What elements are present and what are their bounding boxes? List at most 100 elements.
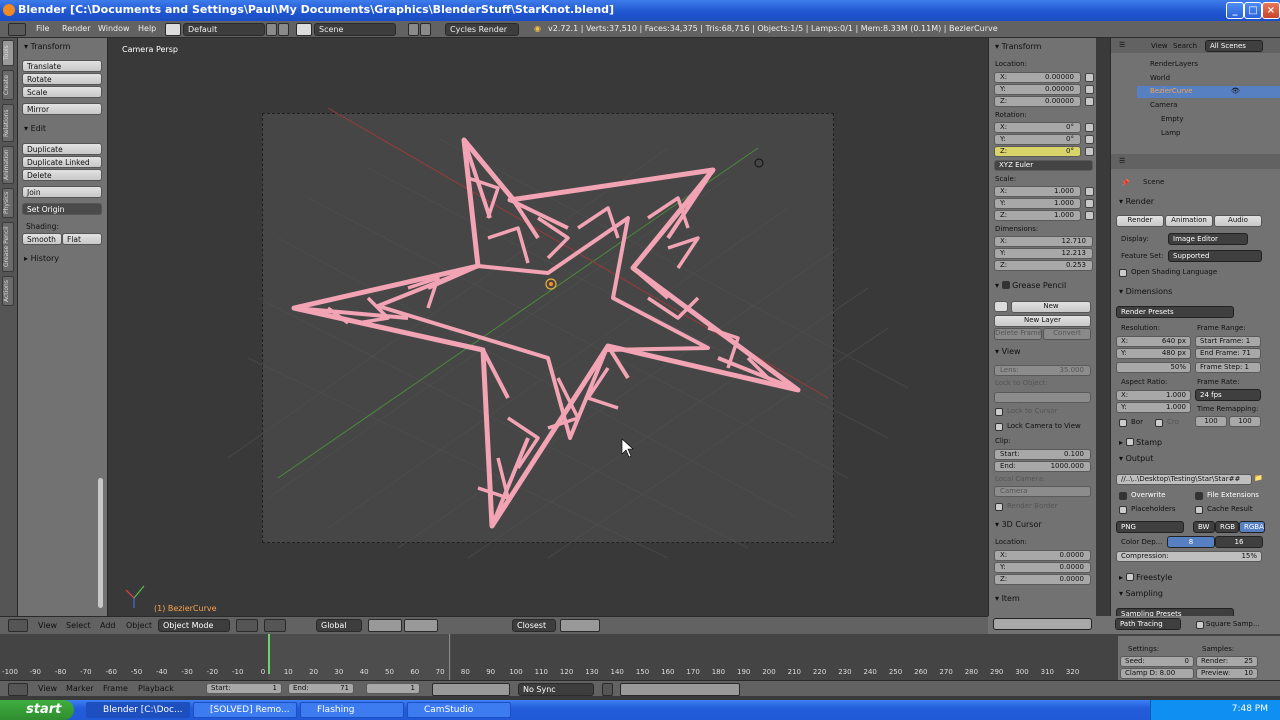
current-frame-indicator[interactable] xyxy=(268,634,270,674)
tab-tools[interactable]: Tools xyxy=(2,40,14,66)
grease-new-button[interactable]: New xyxy=(1011,301,1091,313)
rotation-mode-select[interactable]: XYZ Euler xyxy=(994,160,1093,171)
osl-checkbox[interactable] xyxy=(1119,269,1127,277)
screen-layout-icon[interactable] xyxy=(165,23,181,36)
rotation-z-field[interactable]: Z: 0° xyxy=(994,146,1081,157)
rgb-button[interactable]: RGB xyxy=(1215,521,1239,533)
dimensions-z-field[interactable]: Z: 0.253 xyxy=(994,260,1093,271)
timeline-start-field[interactable]: Start: 1 xyxy=(206,683,282,694)
cursor-y-field[interactable]: Y: 0.0000 xyxy=(994,562,1091,573)
render-animation-button[interactable]: Animation xyxy=(1165,215,1213,227)
start-button[interactable]: start xyxy=(0,700,74,720)
cursor-z-field[interactable]: Z: 0.0000 xyxy=(994,574,1091,585)
end-frame-field[interactable]: End Frame: 71 xyxy=(1195,348,1261,359)
lock-scale-x-icon[interactable] xyxy=(1085,187,1094,196)
set-origin-menu[interactable]: Set Origin xyxy=(22,203,102,215)
timeline-end-field[interactable]: End: 71 xyxy=(288,683,354,694)
dimensions-panel-header[interactable]: ▾ Dimensions xyxy=(1119,287,1172,296)
delete-button[interactable]: Delete xyxy=(22,169,102,181)
rotation-y-field[interactable]: Y: 0° xyxy=(994,134,1081,145)
scale-button[interactable]: Scale xyxy=(22,86,102,98)
render-preview-icon[interactable] xyxy=(560,619,600,632)
scale-y-field[interactable]: Y: 1.000 xyxy=(994,198,1081,209)
playback-controls[interactable] xyxy=(432,683,510,696)
3d-viewport[interactable]: Camera Persp (1) BezierCurve xyxy=(108,38,988,616)
tab-grease-pencil[interactable]: Grease Pencil xyxy=(2,222,14,272)
add-scene-button[interactable] xyxy=(408,23,419,36)
duplicate-linked-button[interactable]: Duplicate Linked xyxy=(22,156,102,168)
start-frame-field[interactable]: Start Frame: 1 xyxy=(1195,336,1261,347)
remove-scene-button[interactable] xyxy=(420,23,431,36)
seed-field[interactable]: Seed: 0 xyxy=(1120,656,1194,667)
resolution-x-field[interactable]: X: 640 px xyxy=(1116,336,1191,347)
viewport-shading-icon[interactable] xyxy=(236,619,258,632)
preview-samples-field[interactable]: Preview: 10 xyxy=(1196,668,1258,679)
delete-frame-button[interactable]: Delete Frame xyxy=(994,328,1042,340)
grease-pencil-header[interactable]: ▾ Grease Pencil xyxy=(995,280,1066,290)
scene-field[interactable]: Scene xyxy=(314,23,396,36)
new-layer-button[interactable]: New Layer xyxy=(994,315,1091,327)
cache-result-checkbox[interactable] xyxy=(1195,506,1203,514)
taskbar-camstudio[interactable]: CamStudio xyxy=(407,702,511,718)
aspect-y-field[interactable]: Y: 1.000 xyxy=(1116,402,1191,413)
crop-checkbox[interactable] xyxy=(1155,419,1163,427)
lock-object-field[interactable] xyxy=(994,392,1091,403)
tab-actions[interactable]: Actions xyxy=(2,276,14,306)
pivot-point-icon[interactable] xyxy=(264,619,286,632)
timeline[interactable]: -100 -90 -80 -70 -60 -50 -40 -30 -20 -10 0 10 20 30 40… xyxy=(0,634,1280,680)
edit-header[interactable]: ▾ Edit xyxy=(24,124,46,133)
lock-scale-z-icon[interactable] xyxy=(1085,211,1094,220)
mode-select[interactable]: Object Mode xyxy=(158,619,230,632)
file-format-select[interactable]: PNG xyxy=(1116,521,1184,533)
transform-panel-header[interactable]: ▾ Transform xyxy=(995,42,1041,51)
clip-end-field[interactable]: End: 1000.000 xyxy=(994,461,1091,472)
record-icon[interactable] xyxy=(602,683,613,696)
depth-16-button[interactable]: 16 xyxy=(1215,536,1263,548)
compression-field[interactable]: Compression: 15% xyxy=(1116,551,1262,562)
layers-icon[interactable] xyxy=(368,619,402,632)
outliner-empty[interactable]: Empty xyxy=(1161,115,1184,123)
editor-type-icon[interactable] xyxy=(8,23,26,36)
placeholders-checkbox[interactable] xyxy=(1119,506,1127,514)
transform-orientation-select[interactable]: Global xyxy=(316,619,362,632)
keying-set-field[interactable] xyxy=(620,683,740,696)
overwrite-checkbox[interactable] xyxy=(1119,492,1127,500)
menu-file[interactable]: File xyxy=(36,24,49,33)
maximize-button[interactable]: □ xyxy=(1244,2,1262,19)
flat-button[interactable]: Flat xyxy=(62,233,102,245)
border-checkbox[interactable] xyxy=(1119,419,1127,427)
close-button[interactable]: × xyxy=(1262,2,1280,19)
render-border-checkbox[interactable] xyxy=(995,503,1003,511)
render-panel-header[interactable]: ▾ Render xyxy=(1119,197,1154,206)
timeline-editor-icon[interactable] xyxy=(8,683,28,696)
lock-rotation-z-icon[interactable] xyxy=(1085,147,1094,156)
pencil-icon[interactable] xyxy=(994,301,1008,312)
visibility-eye-icon[interactable]: 👁 xyxy=(1231,87,1240,95)
clamp-direct-field[interactable]: Clamp D: 8.00 xyxy=(1120,668,1194,679)
location-z-field[interactable]: Z: 0.00000 xyxy=(994,96,1081,107)
screen-layout-field[interactable]: Default xyxy=(183,23,265,36)
lock-to-cursor-checkbox[interactable] xyxy=(995,408,1003,416)
convert-button[interactable]: Convert xyxy=(1043,328,1091,340)
taskbar-blender[interactable]: Blender [C:\Doc... xyxy=(86,702,190,718)
outliner-renderlayers[interactable]: RenderLayers xyxy=(1150,60,1198,68)
mirror-button[interactable]: Mirror xyxy=(22,103,102,115)
minimize-button[interactable]: _ xyxy=(1226,2,1244,19)
resolution-percent-field[interactable]: 50% xyxy=(1116,362,1191,373)
remove-layout-button[interactable] xyxy=(278,23,289,36)
duplicate-button[interactable]: Duplicate xyxy=(22,143,102,155)
lock-rotation-y-icon[interactable] xyxy=(1085,135,1094,144)
current-frame-field[interactable]: 1 xyxy=(366,683,420,694)
lock-location-x-icon[interactable] xyxy=(1085,73,1094,82)
rotate-button[interactable]: Rotate xyxy=(22,73,102,85)
frame-step-field[interactable]: Frame Step: 1 xyxy=(1195,362,1261,373)
item-name-field[interactable] xyxy=(993,618,1092,630)
cursor-x-field[interactable]: X: 0.0000 xyxy=(994,550,1091,561)
toolshelf-scrollbar[interactable] xyxy=(98,478,103,608)
pin-icon[interactable]: 📌 xyxy=(1121,179,1130,187)
square-samples-checkbox[interactable] xyxy=(1196,621,1204,629)
3d-object-menu[interactable]: Object xyxy=(126,621,152,630)
3d-cursor-header[interactable]: ▾ 3D Cursor xyxy=(995,520,1042,529)
timeline-frame-menu[interactable]: Frame xyxy=(103,684,128,693)
aspect-x-field[interactable]: X: 1.000 xyxy=(1116,390,1191,401)
